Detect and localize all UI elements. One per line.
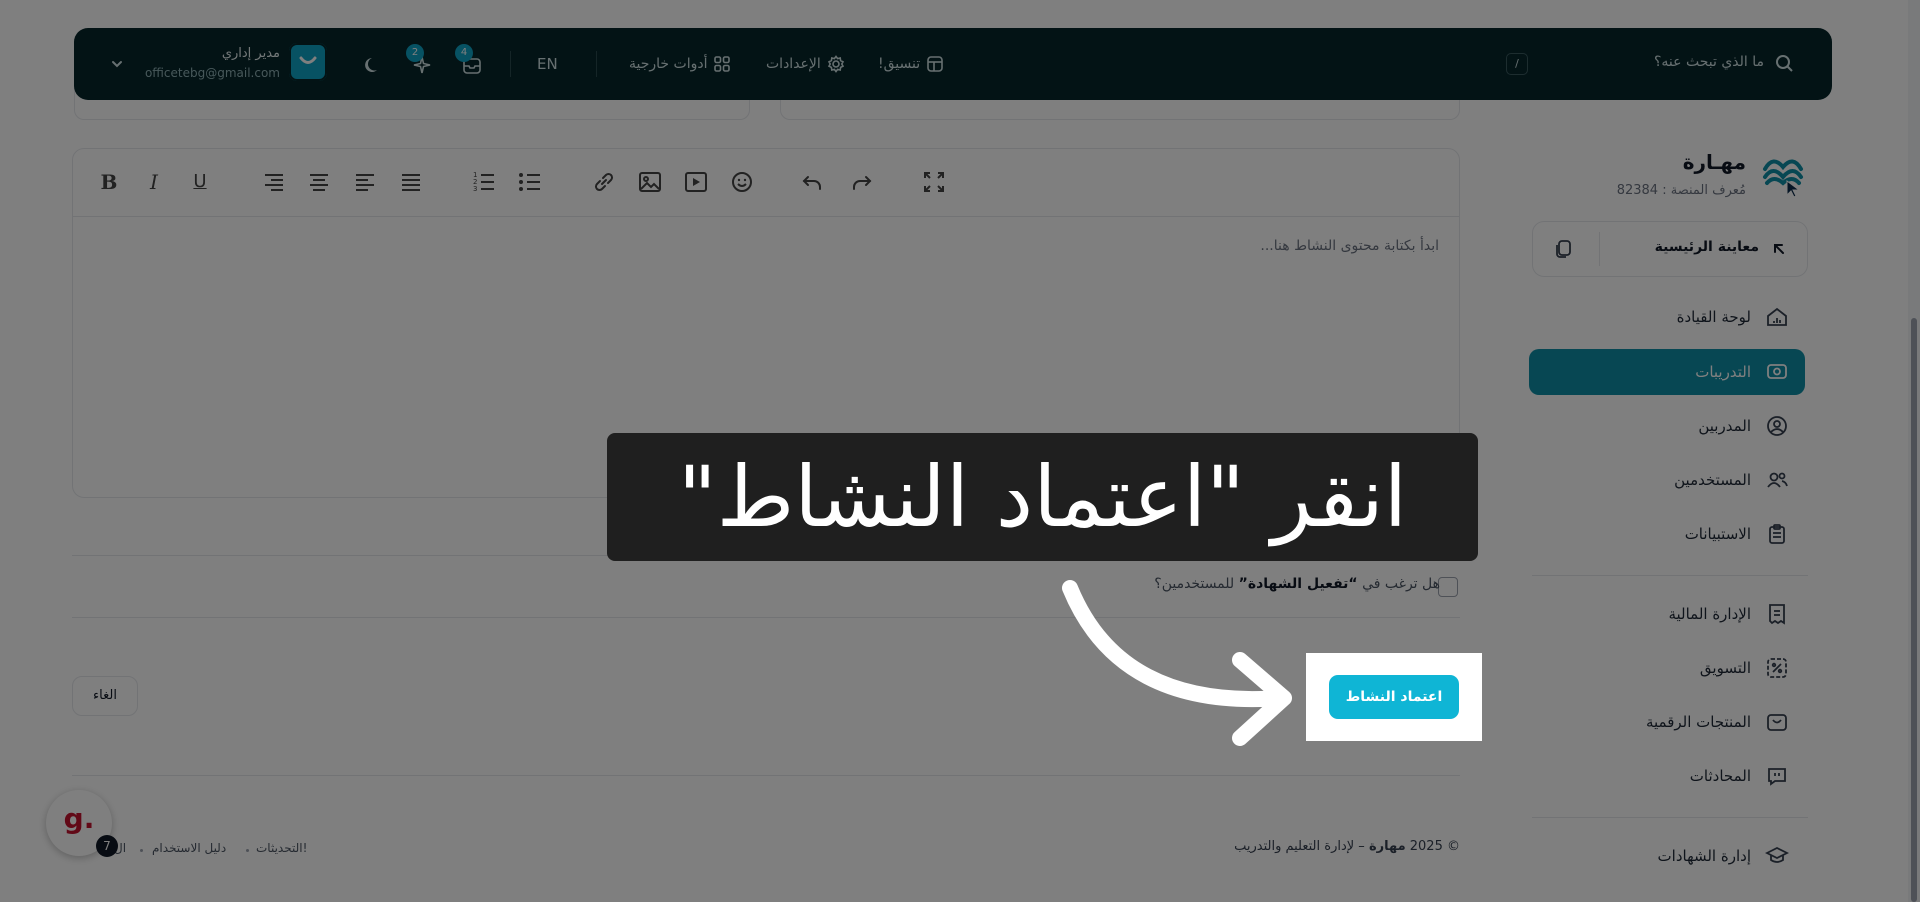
tutorial-caption-box: انقر "اعتماد النشاط" <box>607 433 1478 561</box>
tutorial-caption: انقر "اعتماد النشاط" <box>677 448 1408 546</box>
tutorial-arrow <box>1040 570 1300 750</box>
approve-activity-button[interactable]: اعتماد النشاط <box>1329 675 1459 719</box>
highlight-spotlight: اعتماد النشاط <box>1306 653 1482 741</box>
